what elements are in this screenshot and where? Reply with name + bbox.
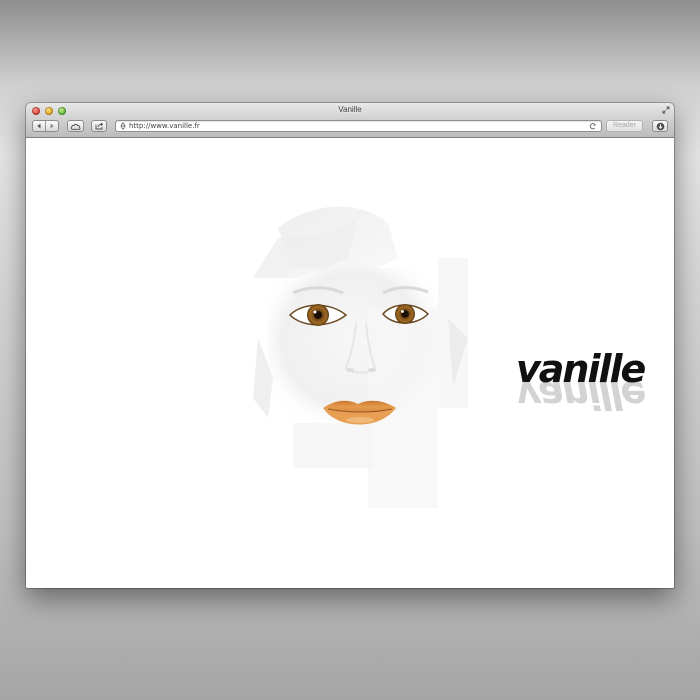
- reload-icon[interactable]: [589, 122, 597, 130]
- forward-arrow-icon: [50, 123, 54, 129]
- share-button[interactable]: [91, 120, 107, 132]
- back-button[interactable]: [33, 121, 45, 131]
- portrait-image: [253, 206, 468, 508]
- back-forward-buttons: [32, 120, 59, 132]
- browser-toolbar: Vanille http://www.vanille.fr Reader: [26, 103, 674, 138]
- forward-button[interactable]: [45, 121, 58, 131]
- icloud-tabs-button[interactable]: [67, 120, 84, 132]
- page-content: vanille vanille: [26, 138, 674, 588]
- browser-window: Vanille http://www.vanille.fr Reader van…: [26, 103, 674, 588]
- url-text[interactable]: http://www.vanille.fr: [129, 121, 200, 131]
- window-title: Vanille: [338, 105, 362, 114]
- site-favicon-icon: [120, 122, 126, 130]
- logo-reflection: vanille: [516, 373, 646, 417]
- downloads-icon: [656, 122, 664, 130]
- reader-button[interactable]: Reader: [606, 120, 643, 132]
- icloud-tabs-icon: [70, 123, 81, 130]
- fullscreen-icon[interactable]: [662, 106, 670, 114]
- back-arrow-icon: [37, 123, 41, 129]
- downloads-button[interactable]: [652, 120, 668, 132]
- share-icon: [95, 122, 103, 130]
- address-bar[interactable]: http://www.vanille.fr: [115, 120, 602, 132]
- vanille-logo: vanille vanille: [516, 347, 648, 417]
